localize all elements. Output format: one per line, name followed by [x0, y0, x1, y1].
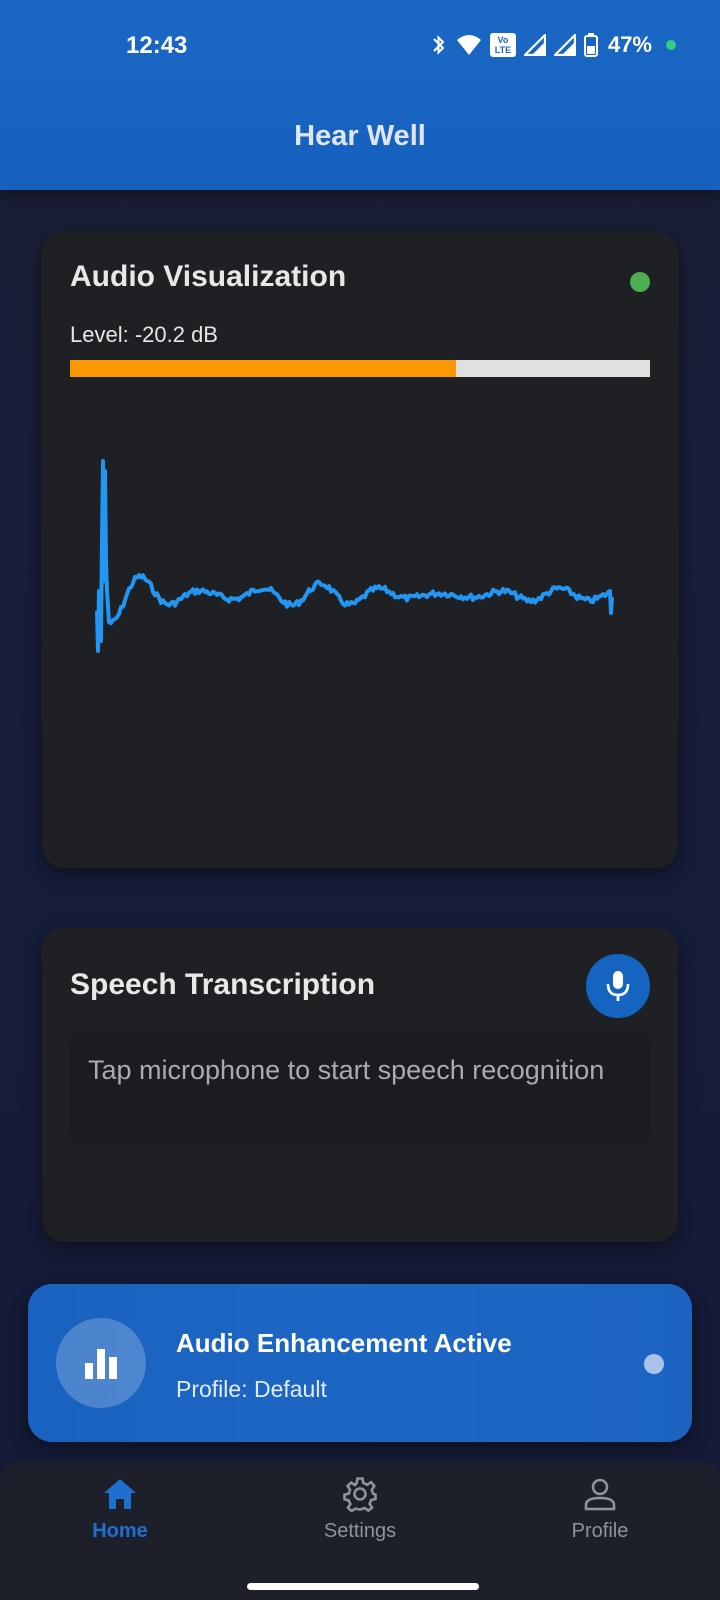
enhancement-profile: Profile: Default [176, 1376, 327, 1402]
microphone-icon [606, 971, 630, 1001]
speech-transcription-card: Speech Transcription Tap microphone to s… [42, 928, 678, 1242]
wifi-icon [456, 35, 481, 55]
enhancement-icon-badge [56, 1318, 146, 1408]
status-icons: Vo LTE 47% [430, 30, 676, 60]
signal-icon-2 [553, 34, 576, 56]
transcript-text: Tap microphone to start speech recogniti… [70, 1032, 650, 1144]
nav-label-settings: Settings [323, 1520, 397, 1542]
enhancement-title: Audio Enhancement Active [176, 1328, 512, 1358]
battery-percentage: 47% [607, 32, 652, 57]
waveform-graph [95, 459, 614, 653]
microphone-button[interactable] [586, 954, 650, 1018]
privacy-indicator-dot [666, 40, 676, 50]
volte-icon: Vo LTE [489, 33, 516, 57]
bluetooth-icon [433, 35, 445, 55]
page-title: Hear Well [294, 120, 426, 152]
nav-item-home[interactable]: Home [40, 1476, 200, 1556]
gear-icon [343, 1477, 377, 1512]
nav-item-settings[interactable]: Settings [280, 1476, 440, 1556]
home-icon [104, 1479, 136, 1509]
nav-label-home: Home [92, 1520, 148, 1542]
home-indicator-bar[interactable] [247, 1583, 479, 1590]
status-time: 12:43 [126, 32, 188, 59]
nav-label-profile: Profile [571, 1520, 629, 1542]
signal-icon-1 [523, 34, 546, 56]
app-header: 12:43 Vo LTE 47% Hear Well [0, 0, 720, 190]
audio-visualization-card: Audio Visualization Level: -20.2 dB [42, 232, 678, 868]
audio-enhancement-banner[interactable]: Audio Enhancement Active Profile: Defaul… [28, 1284, 692, 1442]
enhancement-status-dot [644, 1354, 664, 1374]
nav-item-profile[interactable]: Profile [520, 1476, 680, 1556]
waveform-line [95, 459, 614, 653]
person-icon [584, 1478, 616, 1511]
bottom-navigation: Home Settings Profile [0, 1462, 720, 1600]
speech-transcription-title: Speech Transcription [70, 968, 376, 1001]
battery-icon [583, 33, 598, 57]
bar-chart-icon [85, 1349, 117, 1379]
